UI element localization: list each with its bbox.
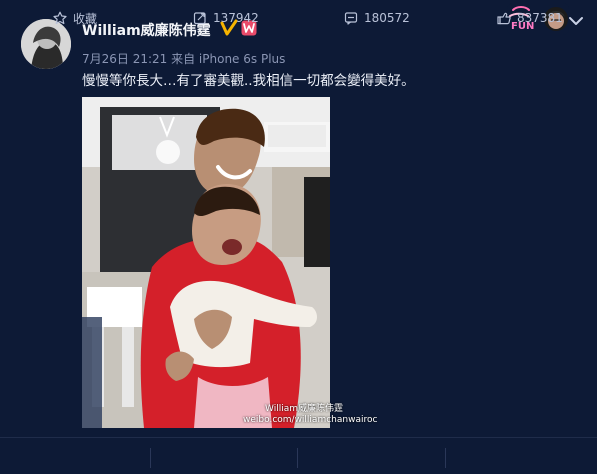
favorite-label: 收藏 [73,11,98,26]
watermark-line-1: William威廉陈伟霆 [265,404,343,414]
repost-icon [193,12,206,25]
post-meta: 7月26日 21:21 来自 iPhone 6s Plus [82,52,286,66]
comment-count: 180572 [364,11,410,25]
repost-count: 137942 [213,11,259,25]
weibo-post: William威廉陈伟霆 7月26日 21:21 来自 iPhone 6s Pl… [0,0,597,473]
post-image[interactable] [82,97,330,428]
watermark-line-2: weibo.com/williamchanwairoc [243,415,378,425]
action-separator [445,448,446,468]
like-count: 837381 [517,11,563,25]
photo-illustration [82,97,330,428]
chevron-down-icon[interactable] [568,15,584,27]
action-separator [297,448,298,468]
post-text: 慢慢等你長大…有了審美觀..我相信一切都会變得美好。 [82,73,415,89]
repost-button[interactable]: 137942 [193,0,259,36]
star-icon [53,11,67,25]
favorite-button[interactable]: 收藏 [53,0,97,36]
comment-button[interactable]: 180572 [344,0,410,36]
thumbs-up-icon [497,12,511,25]
like-button[interactable]: 837381 [497,0,563,36]
action-bar [0,437,597,474]
photo-watermark: William威廉陈伟霆 weibo.com/williamchanwairoc [243,404,377,426]
comment-icon [344,12,358,25]
action-separator [150,448,151,468]
post-author-name[interactable]: William威廉陈伟霆 [82,20,211,40]
